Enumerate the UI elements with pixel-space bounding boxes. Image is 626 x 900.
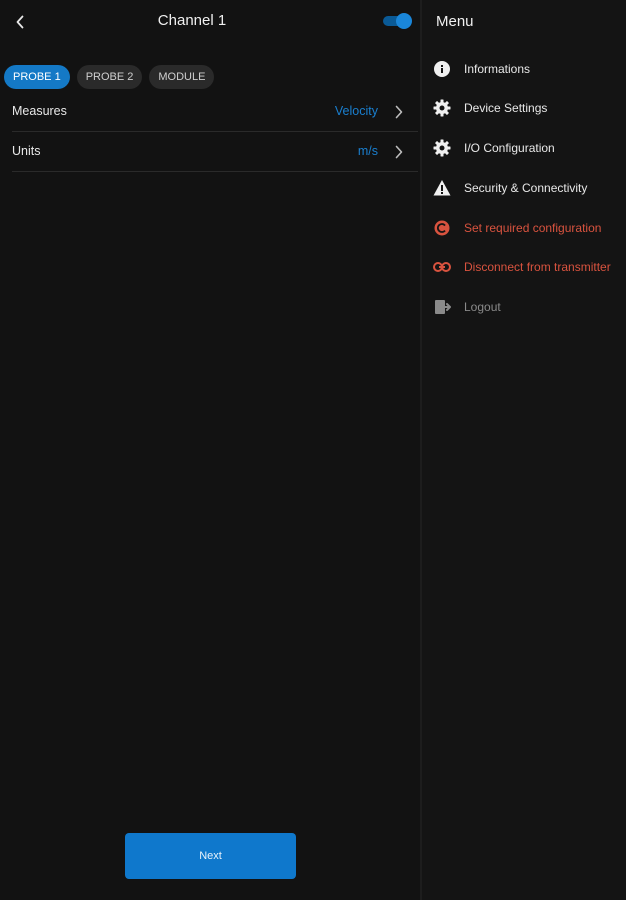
info-icon: [434, 61, 450, 77]
menu-item-device-settings[interactable]: Device Settings: [422, 92, 626, 124]
side-menu: Menu Informations Device Settings I/O Co…: [422, 0, 626, 900]
probe-tabs: PROBE 1 PROBE 2 MODULE: [4, 65, 215, 89]
menu-item-label: Device Settings: [464, 101, 548, 115]
menu-item-io-configuration[interactable]: I/O Configuration: [422, 132, 626, 164]
menu-item-informations[interactable]: Informations: [422, 53, 626, 85]
units-row[interactable]: Units m/s: [12, 132, 418, 172]
config-reset-icon: [434, 220, 450, 236]
menu-item-label: Logout: [464, 300, 501, 314]
page-title: Channel 1: [157, 12, 227, 29]
menu-item-label: Security & Connectivity: [464, 181, 588, 195]
menu-item-label: Set required configuration: [464, 221, 602, 235]
units-label: Units: [12, 144, 41, 158]
menu-item-label: Informations: [464, 62, 531, 76]
menu-item-logout[interactable]: Logout: [422, 291, 626, 323]
measures-row[interactable]: Measures Velocity: [12, 92, 418, 132]
main-panel: Channel 1 PROBE 1 PROBE 2 MODULE Measure…: [0, 0, 420, 900]
menu-item-set-required-configuration[interactable]: Set required configuration: [422, 212, 626, 244]
gear-icon: [433, 99, 451, 117]
unlink-icon: [433, 262, 451, 272]
tab-probe-1[interactable]: PROBE 1: [4, 65, 70, 89]
measures-value: Velocity: [334, 104, 378, 118]
chevron-right-icon: [395, 145, 403, 159]
measures-label: Measures: [12, 104, 67, 118]
menu-item-disconnect[interactable]: Disconnect from transmitter: [422, 251, 626, 283]
menu-item-security-connectivity[interactable]: Security & Connectivity: [422, 172, 626, 204]
gear-icon: [433, 139, 451, 157]
logout-icon: [435, 300, 451, 314]
warning-icon: [433, 180, 451, 196]
tab-probe-2[interactable]: PROBE 2: [76, 65, 143, 89]
menu-item-label: Disconnect from transmitter: [464, 260, 611, 274]
next-button[interactable]: Next: [125, 833, 296, 879]
tab-module[interactable]: MODULE: [149, 65, 215, 89]
channel-toggle[interactable]: [383, 13, 412, 29]
toggle-knob: [396, 13, 412, 29]
units-value: m/s: [357, 144, 378, 158]
menu-item-label: I/O Configuration: [464, 141, 555, 155]
menu-title: Menu: [436, 13, 474, 30]
chevron-right-icon: [395, 105, 403, 119]
